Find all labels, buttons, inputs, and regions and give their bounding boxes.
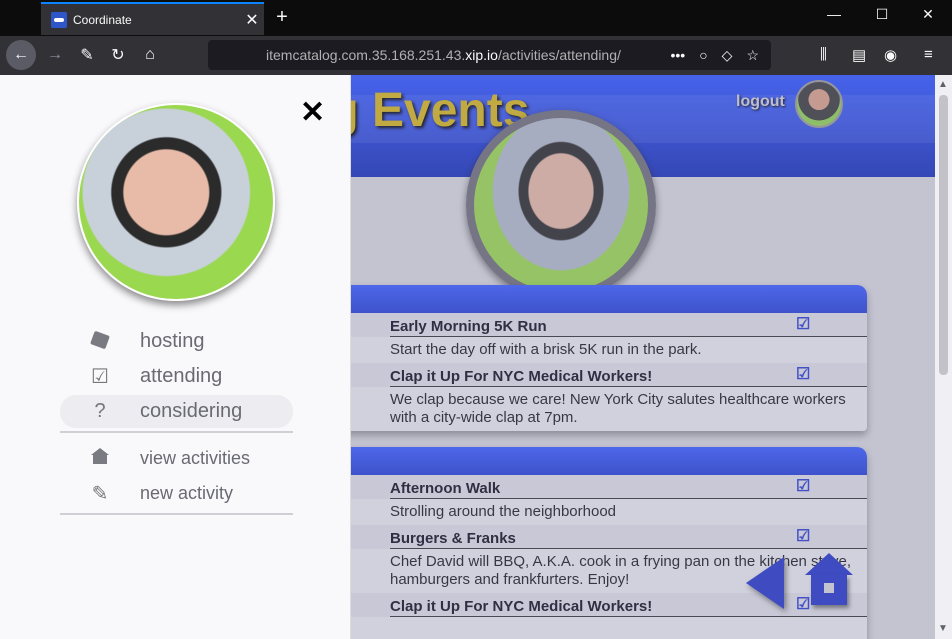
side-menu: ✕ hosting ☑ attending ? considering view… bbox=[0, 75, 351, 639]
favicon-icon bbox=[51, 11, 67, 28]
reload-icon: ↻ bbox=[111, 47, 125, 64]
maximize-button[interactable]: ☐ bbox=[870, 6, 894, 23]
house-icon bbox=[60, 447, 140, 470]
reload-button[interactable]: ↻ bbox=[103, 40, 133, 70]
pencil-icon: ✎ bbox=[91, 483, 109, 505]
browser-tab-bar: Coordinate ✕ + — ☐ ✕ bbox=[0, 0, 952, 36]
menu-item-attending[interactable]: ☑ attending bbox=[60, 360, 293, 393]
home-button[interactable]: ⌂ bbox=[135, 40, 165, 70]
check-icon: ☑ bbox=[91, 366, 109, 388]
tag-icon bbox=[60, 330, 140, 353]
scroll-down-icon[interactable]: ▼ bbox=[938, 623, 948, 634]
menu-item-label: hosting bbox=[140, 330, 205, 352]
home-icon: ⌂ bbox=[145, 46, 155, 63]
bookmark-star-icon[interactable]: ☆ bbox=[746, 47, 759, 64]
tab-close-icon[interactable]: ✕ bbox=[240, 10, 264, 30]
library-icon[interactable]: ⫼ bbox=[820, 46, 827, 63]
menu-divider bbox=[60, 513, 293, 515]
menu-divider bbox=[60, 431, 293, 433]
menu-item-label: new activity bbox=[140, 483, 234, 503]
minimize-button[interactable]: — bbox=[822, 6, 846, 22]
url-text[interactable]: itemcatalog.com.35.168.251.43.xip.io/act… bbox=[266, 47, 670, 63]
close-menu-icon[interactable]: ✕ bbox=[300, 95, 325, 130]
back-arrow-icon: ← bbox=[13, 46, 29, 63]
tools-button[interactable]: ✎ bbox=[72, 40, 102, 70]
forward-button[interactable]: → bbox=[40, 40, 70, 70]
forward-arrow-icon: → bbox=[47, 46, 63, 63]
menu-item-label: view activities bbox=[140, 448, 251, 468]
wrench-icon: ✎ bbox=[80, 47, 94, 64]
lightbulb-icon[interactable]: ○ bbox=[699, 47, 707, 64]
page-scrollbar[interactable]: ▲ ▼ bbox=[935, 75, 952, 639]
close-window-button[interactable]: ✕ bbox=[916, 6, 940, 23]
profile-avatar bbox=[77, 103, 275, 301]
menu-icon[interactable]: ≡ bbox=[924, 46, 933, 63]
account-icon[interactable]: ◉ bbox=[884, 46, 897, 64]
menu-item-label: attending bbox=[140, 365, 223, 387]
new-tab-button[interactable]: + bbox=[270, 6, 294, 29]
sidebar-toggle-icon[interactable]: ▤ bbox=[852, 46, 866, 64]
menu-item-view-activities[interactable]: view activities bbox=[60, 442, 293, 475]
menu-item-considering[interactable]: ? considering bbox=[60, 395, 293, 428]
url-bar[interactable]: itemcatalog.com.35.168.251.43.xip.io/act… bbox=[208, 40, 771, 70]
back-button[interactable]: ← bbox=[6, 40, 36, 70]
browser-nav-bar: ← → ✎ ↻ ⌂ itemcatalog.com.35.168.251.43.… bbox=[0, 36, 952, 75]
scroll-up-icon[interactable]: ▲ bbox=[938, 79, 948, 90]
question-icon: ? bbox=[94, 400, 106, 422]
menu-item-hosting[interactable]: hosting bbox=[60, 325, 293, 358]
browser-tab[interactable]: Coordinate ✕ bbox=[41, 2, 264, 35]
pocket-icon[interactable]: ◇ bbox=[722, 47, 733, 64]
page-actions-icon[interactable]: ••• bbox=[670, 47, 685, 64]
menu-item-new-activity[interactable]: ✎ new activity bbox=[60, 477, 293, 510]
tab-title: Coordinate bbox=[73, 12, 132, 27]
scroll-thumb[interactable] bbox=[939, 95, 948, 375]
menu-item-label: considering bbox=[140, 400, 243, 422]
